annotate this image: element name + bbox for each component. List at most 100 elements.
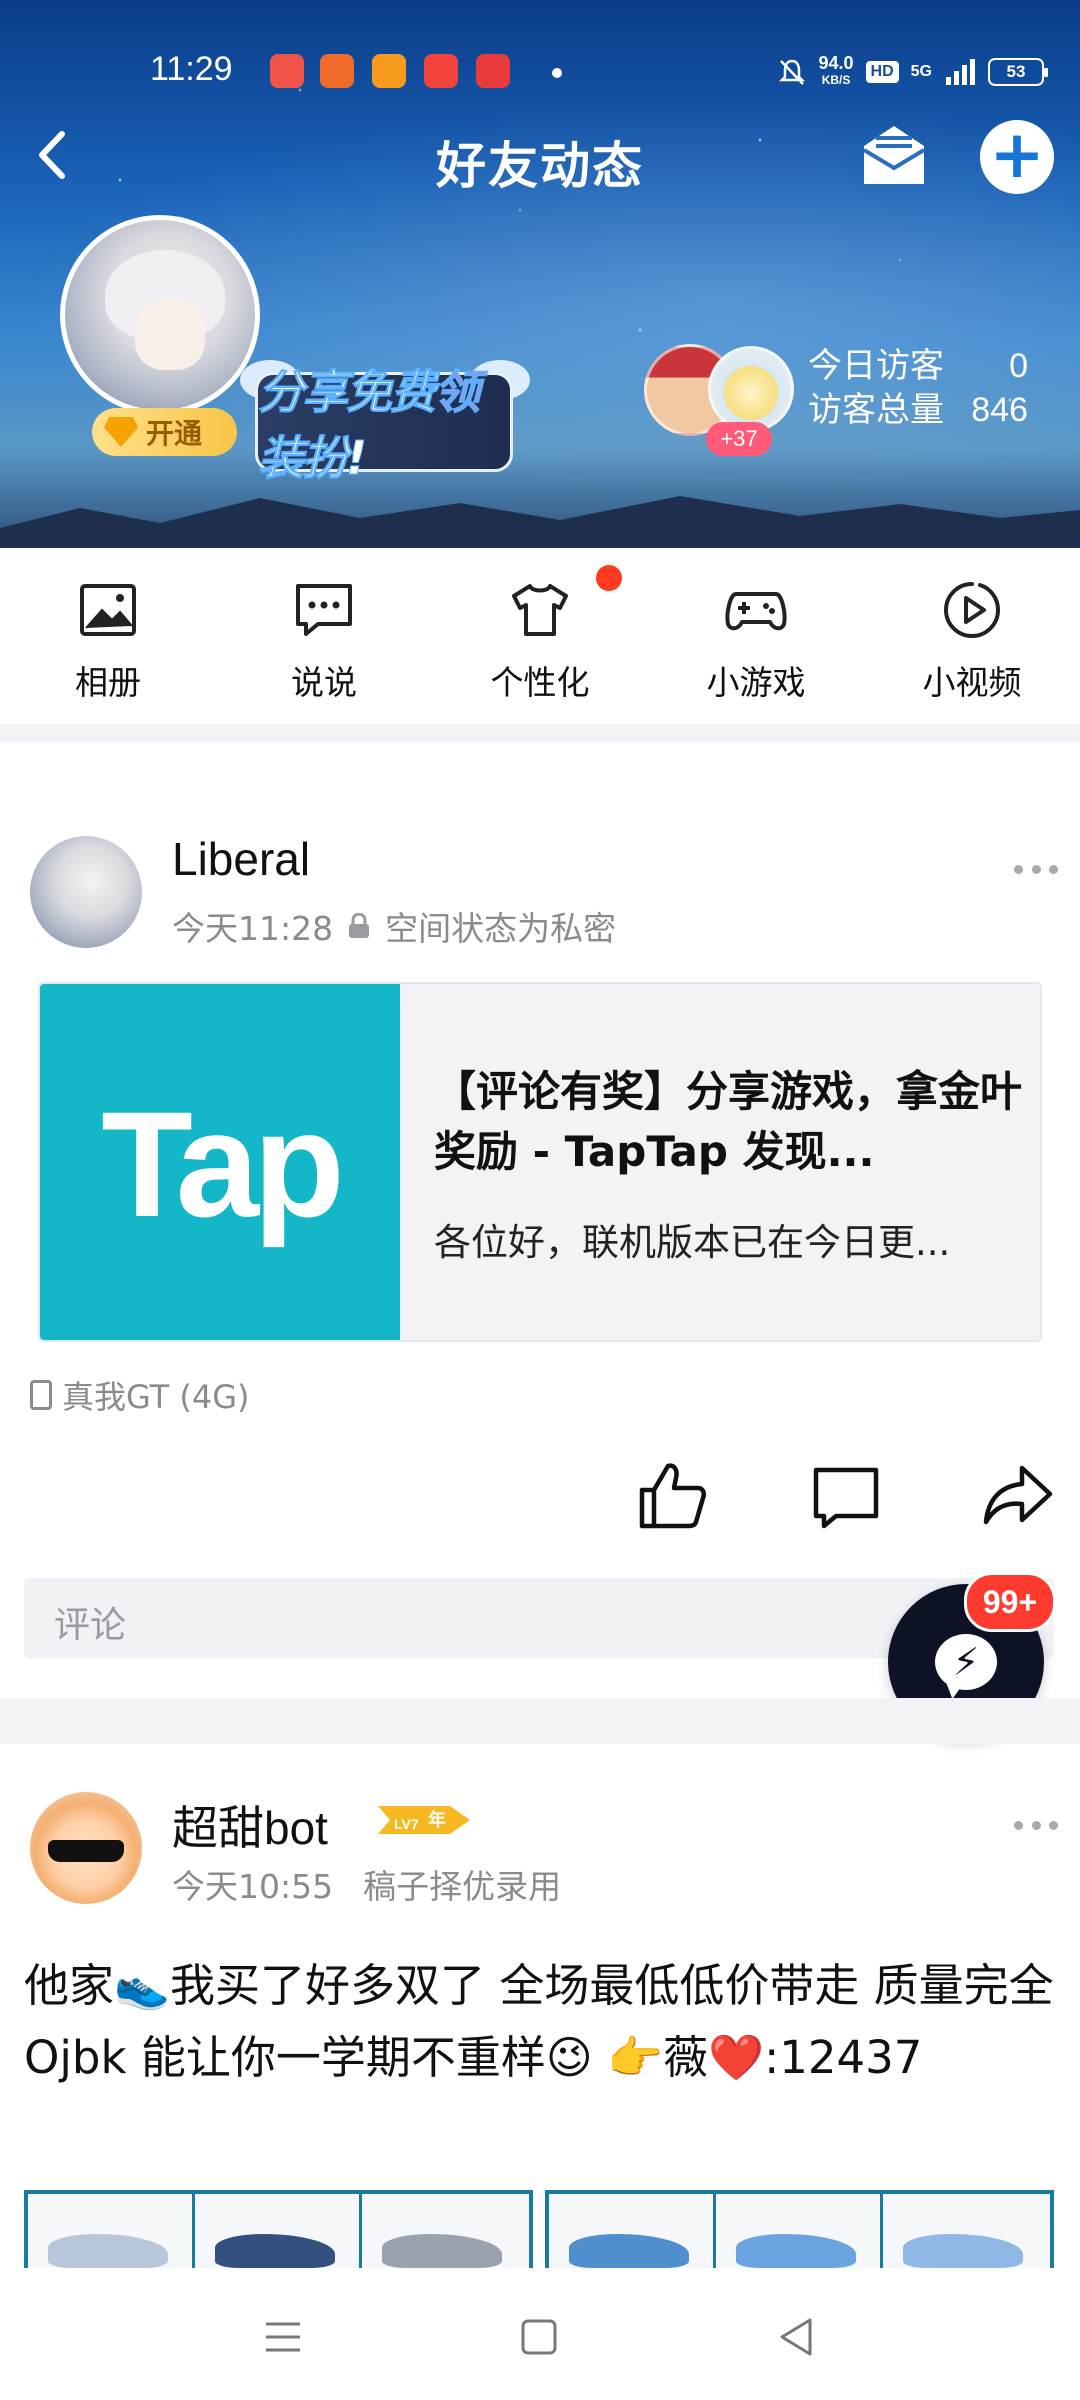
gamepad-icon [725,592,787,631]
post-images[interactable] [24,2190,1056,2270]
shoe-shape [903,2234,1023,2268]
visitor-stats[interactable]: 今日访客 0 访客总量 846 [808,344,1028,432]
nav-item-shuoshuo[interactable]: 说说 [244,578,404,704]
shoe-shape [569,2234,689,2268]
page: 11:29 94.0 KB/S HD 5G 53 好友动态 + 开通 分享免费领… [0,0,1080,2400]
network-speed-unit: KB/S [821,73,851,87]
nav-label: 个性化 [490,663,590,702]
total-visitors-label: 访客总量 [808,390,944,430]
privacy-status: 空间状态为私密 [385,909,617,948]
play-circle-icon [944,582,1001,638]
vip-open-label: 开通 [146,417,203,450]
more-options-icon[interactable] [1014,1818,1058,1832]
nav-item-minigames[interactable]: 小游戏 [676,578,836,704]
status-bar: 11:29 94.0 KB/S HD 5G 53 [0,46,1080,96]
more-notifications-dot [552,68,562,78]
notification-app-icon [372,54,406,88]
system-nav-bar [0,2268,1080,2400]
nav-label: 小视频 [922,663,1022,702]
post-time: 今天11:28 [172,909,334,948]
recent-visitors[interactable]: +37 [636,340,806,456]
shoe-image[interactable] [195,2194,362,2270]
lightning-icon: ⚡ [952,1640,980,1684]
notification-app-icon [476,54,510,88]
phone-icon [30,1380,52,1410]
shoe-image[interactable] [362,2194,529,2270]
more-options-icon[interactable] [1014,862,1058,876]
comment-icon[interactable] [810,1460,882,1532]
nav-item-minivideo[interactable]: 小视频 [892,578,1052,704]
nav-item-personalize[interactable]: 个性化 [460,578,620,704]
level-badge-icon: LV7 年 [378,1806,470,1834]
promo-text-part: 装扮! [258,431,368,486]
taptap-logo: Tap [40,984,400,1340]
promo-banner[interactable]: 分享免费领装扮! [255,365,513,486]
comment-placeholder: 评论 [54,1605,127,1646]
avatar-face [135,300,205,370]
home-square-icon[interactable] [514,2312,564,2362]
shoe-image[interactable] [549,2194,716,2270]
unread-badge: 99+ [964,1572,1056,1632]
shoe-shape [736,2234,856,2268]
chat-bubble-icon [296,584,352,636]
nav-label: 相册 [75,663,141,702]
diamond-icon [104,417,138,447]
post-author-name[interactable]: 超甜bot [172,1792,328,1858]
post-meta: 今天11:28 空间状态为私密 [172,902,616,950]
hd-indicator: HD [865,61,899,83]
post-device: 真我GT (4G) [30,1372,250,1418]
visitor-extra-count: +37 [706,422,772,456]
post-meta: 今天10:55 稿子择优录用 [172,1860,561,1908]
network-speed: 94.0 KB/S [818,53,854,89]
menu-icon[interactable] [258,2312,308,2362]
sunglasses-decoration [48,1840,124,1862]
nav-label: 说说 [291,663,357,702]
nav-label: 小游戏 [706,663,806,702]
notification-app-icon [320,54,354,88]
level-badge-text: LV7 [394,1816,419,1832]
shoe-image[interactable] [883,2194,1050,2270]
status-time: 11:29 [150,50,233,88]
like-thumb-icon[interactable] [636,1460,708,1532]
card-description: 各位好，联机版本已在今日更... [434,1221,951,1264]
lock-icon [349,913,370,938]
card-title: 【评论有奖】分享游戏，拿金叶奖励 - TapTap 发现... [434,1067,1023,1176]
shoe-image[interactable] [716,2194,883,2270]
nav-item-album[interactable]: 相册 [28,578,188,704]
top-bar: 好友动态 + [0,110,1080,200]
today-visitors-row: 今日访客 0 [808,344,1028,388]
share-arrow-icon[interactable] [982,1460,1054,1532]
profile-avatar[interactable] [60,215,260,415]
today-visitors-value: 0 [1009,347,1028,385]
notification-app-icon [424,54,458,88]
shoe-shape [382,2234,502,2268]
back-triangle-icon[interactable] [772,2312,822,2362]
total-visitors-value: 846 [971,391,1028,429]
status-right: 94.0 KB/S HD 5G 53 [777,52,1048,92]
image-group[interactable] [24,2190,533,2270]
signal-bars-icon [946,59,975,85]
new-indicator-dot [596,565,622,591]
post-time: 今天10:55 [172,1867,334,1906]
photo-album-icon [80,584,136,636]
promo-text-part: 分享免费 [258,365,437,420]
battery-icon: 53 [988,58,1048,86]
device-name: 真我GT (4G) [62,1378,250,1416]
total-visitors-row: 访客总量 846 [808,388,1028,432]
image-group[interactable] [545,2190,1054,2270]
promo-text: 分享免费领装扮! [258,356,510,488]
post-author-name[interactable]: Liberal [172,832,310,886]
network-speed-value: 94.0 [818,53,854,73]
shared-link-card[interactable]: Tap 【评论有奖】分享游戏，拿金叶奖励 - TapTap 发现... 各位好，… [38,982,1042,1342]
mail-icon[interactable] [858,122,930,190]
add-button[interactable]: + [980,120,1054,194]
shoe-image[interactable] [28,2194,195,2270]
notification-app-icon [270,54,304,88]
post-author-avatar[interactable] [30,836,142,948]
profile-header: 11:29 94.0 KB/S HD 5G 53 好友动态 + 开通 分享免费领… [0,0,1080,548]
signal-label: 5G [910,63,932,80]
vip-open-badge[interactable]: 开通 [92,408,237,456]
mountain-silhouette [0,496,1080,548]
tshirt-icon [512,584,568,636]
post-author-avatar[interactable] [30,1792,142,1904]
